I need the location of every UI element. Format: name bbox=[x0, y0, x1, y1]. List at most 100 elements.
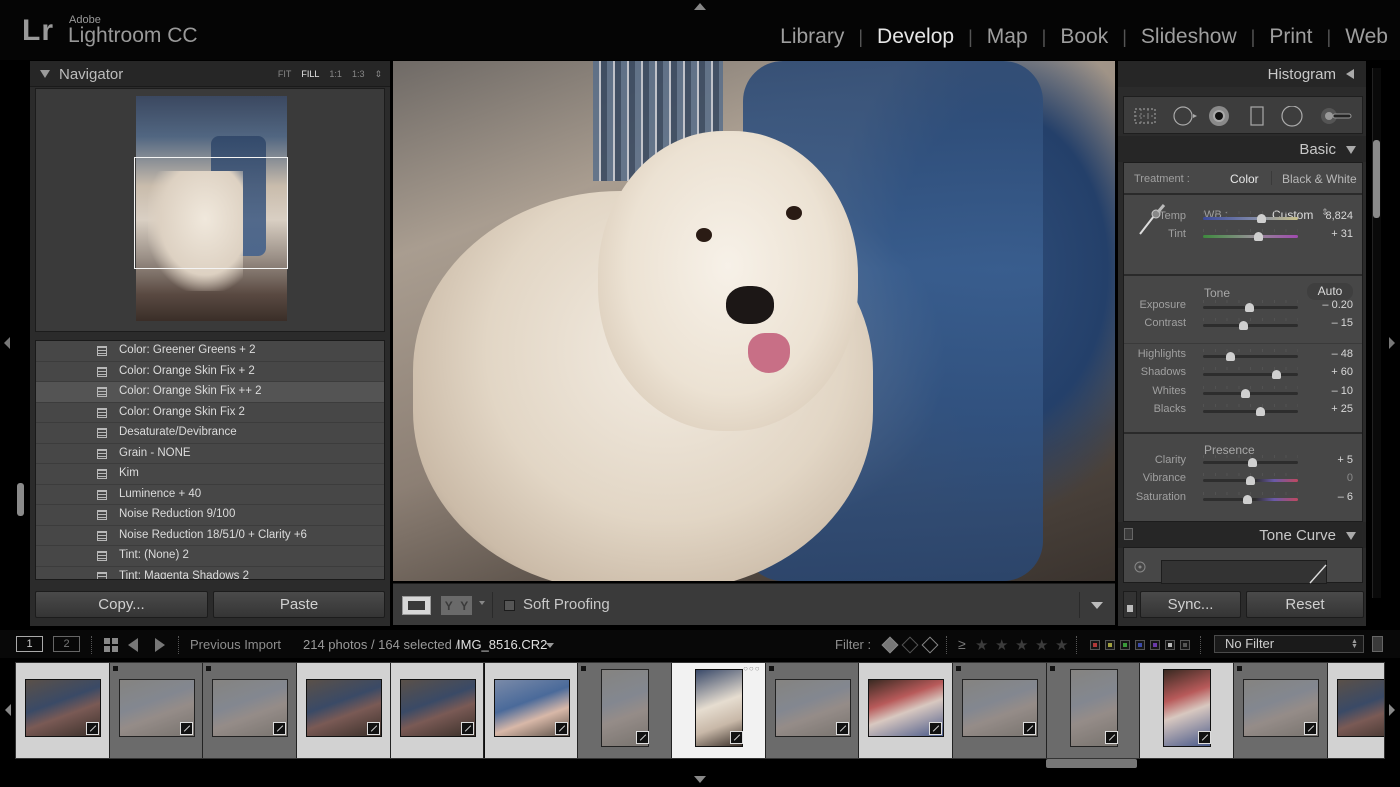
rating-star-icon[interactable]: ★ bbox=[1015, 636, 1028, 654]
copy-button[interactable]: Copy... bbox=[35, 591, 208, 618]
module-map[interactable]: Map bbox=[987, 25, 1028, 49]
filter-lock-toggle[interactable] bbox=[1372, 636, 1383, 652]
tint-slider[interactable] bbox=[1203, 229, 1298, 241]
flagged-filter-icon[interactable] bbox=[881, 636, 899, 654]
temp-value[interactable]: 8,824 bbox=[1309, 210, 1353, 222]
treatment-bw-option[interactable]: Black & White bbox=[1282, 172, 1357, 186]
before-after-view-button[interactable]: YY bbox=[441, 596, 472, 615]
saturation-slider-thumb[interactable] bbox=[1243, 495, 1253, 504]
histogram-header[interactable]: Histogram bbox=[1118, 61, 1366, 87]
filename-dropdown-icon[interactable] bbox=[546, 643, 554, 648]
saturation-value[interactable]: – 6 bbox=[1309, 491, 1353, 503]
navigator-zoom-fit[interactable]: FIT bbox=[278, 69, 292, 80]
rating-star-icon[interactable]: ★ bbox=[1035, 636, 1048, 654]
module-develop[interactable]: Develop bbox=[877, 25, 954, 49]
before-after-dropdown-icon[interactable] bbox=[479, 601, 485, 605]
collapse-right-panel-arrow-icon[interactable] bbox=[1389, 337, 1395, 349]
red-eye-icon[interactable] bbox=[1208, 106, 1232, 128]
filmstrip-thumbnail[interactable] bbox=[109, 663, 204, 758]
filmstrip-thumbnail[interactable]: ○○○ bbox=[671, 663, 766, 758]
module-web[interactable]: Web bbox=[1345, 25, 1388, 49]
toolbar-content-menu-icon[interactable] bbox=[1091, 602, 1103, 609]
filmstrip-thumbnail[interactable] bbox=[1327, 663, 1384, 758]
color-label-filter[interactable] bbox=[1120, 640, 1130, 650]
collapse-top-panel-arrow-icon[interactable] bbox=[694, 3, 706, 10]
preset-item[interactable]: Luminence + 40 bbox=[36, 485, 384, 505]
clarity-slider-thumb[interactable] bbox=[1247, 458, 1257, 467]
tone-curve-toggle[interactable] bbox=[1124, 528, 1133, 540]
highlights-value[interactable]: – 48 bbox=[1309, 348, 1353, 360]
auto-tone-button[interactable]: Auto bbox=[1307, 283, 1353, 300]
shadows-value[interactable]: + 60 bbox=[1309, 366, 1353, 378]
secondary-screen-button[interactable]: 2 bbox=[53, 636, 80, 652]
module-library[interactable]: Library bbox=[780, 25, 844, 49]
filmstrip-scrollbar[interactable] bbox=[1046, 759, 1137, 768]
main-photo[interactable] bbox=[393, 61, 1115, 581]
filmstrip-thumbnail[interactable] bbox=[390, 663, 485, 758]
filmstrip-thumbnail[interactable] bbox=[1046, 663, 1141, 758]
navigator-zoom-1-3[interactable]: 1:3 bbox=[352, 69, 365, 80]
whites-slider[interactable] bbox=[1203, 386, 1298, 398]
crop-overlay-icon[interactable] bbox=[1132, 106, 1158, 126]
reset-button[interactable]: Reset bbox=[1246, 591, 1364, 618]
module-print[interactable]: Print bbox=[1269, 25, 1312, 49]
clarity-value[interactable]: + 5 bbox=[1309, 454, 1353, 466]
preset-item[interactable]: Noise Reduction 9/100 bbox=[36, 505, 384, 526]
sync-button[interactable]: Sync... bbox=[1140, 591, 1241, 618]
shadows-slider-thumb[interactable] bbox=[1271, 370, 1281, 379]
rating-star-icon[interactable]: ★ bbox=[975, 636, 988, 654]
filmstrip-thumbnail[interactable] bbox=[765, 663, 860, 758]
temp-slider-thumb[interactable] bbox=[1257, 214, 1267, 223]
preset-item[interactable]: Tint: (None) 2 bbox=[36, 546, 384, 567]
navigator-zoom-fill[interactable]: FILL bbox=[301, 69, 319, 80]
right-panel-scrollbar-thumb[interactable] bbox=[1373, 140, 1380, 218]
color-label-filter[interactable] bbox=[1090, 640, 1100, 650]
vibrance-value[interactable]: 0 bbox=[1309, 472, 1353, 484]
blacks-slider[interactable] bbox=[1203, 404, 1298, 416]
next-photo-arrow-icon[interactable] bbox=[155, 638, 165, 652]
sync-toggle-switch[interactable] bbox=[1123, 591, 1137, 618]
navigator-view-rectangle[interactable] bbox=[134, 157, 288, 269]
graduated-filter-icon[interactable] bbox=[1247, 106, 1267, 126]
shadows-slider[interactable] bbox=[1203, 367, 1298, 379]
rating-star-icon[interactable]: ★ bbox=[995, 636, 1008, 654]
preset-item[interactable]: Noise Reduction 18/51/0 + Clarity +6 bbox=[36, 526, 384, 546]
blacks-slider-thumb[interactable] bbox=[1256, 407, 1266, 416]
contrast-slider-thumb[interactable] bbox=[1239, 321, 1249, 330]
tone-curve-graph[interactable] bbox=[1161, 560, 1327, 584]
whites-slider-thumb[interactable] bbox=[1241, 389, 1251, 398]
navigator-header[interactable]: Navigator FIT FILL 1:1 1:3 ⇕ bbox=[30, 61, 390, 87]
unflagged-filter-icon[interactable] bbox=[901, 636, 919, 654]
preset-item[interactable]: Desaturate/Devibrance bbox=[36, 423, 384, 444]
soft-proofing-checkbox[interactable] bbox=[504, 600, 515, 611]
blacks-value[interactable]: + 25 bbox=[1309, 403, 1353, 415]
filmstrip-thumbnail[interactable] bbox=[16, 663, 110, 758]
filmstrip-thumbnail[interactable] bbox=[203, 663, 298, 758]
filmstrip-thumbnail[interactable] bbox=[953, 663, 1047, 758]
preset-item[interactable]: Color: Orange Skin Fix 2 bbox=[36, 403, 384, 423]
preset-item[interactable]: Color: Greener Greens + 2 bbox=[36, 341, 384, 362]
grid-view-icon[interactable] bbox=[104, 638, 118, 652]
collapse-left-panel-arrow-icon[interactable] bbox=[4, 337, 10, 349]
loupe-view-icon[interactable] bbox=[402, 596, 431, 615]
expanded-triangle-icon[interactable] bbox=[1346, 146, 1356, 154]
whites-value[interactable]: – 10 bbox=[1309, 385, 1353, 397]
color-label-filter[interactable] bbox=[1150, 640, 1160, 650]
collapse-filmstrip-arrow-icon[interactable] bbox=[694, 776, 706, 783]
filmstrip-thumbnail[interactable] bbox=[859, 663, 953, 758]
exposure-value[interactable]: – 0.20 bbox=[1309, 299, 1353, 311]
preset-item[interactable]: Tint: Magenta Shadows 2 bbox=[36, 567, 384, 579]
highlights-slider-thumb[interactable] bbox=[1226, 352, 1236, 361]
rejected-filter-icon[interactable] bbox=[921, 636, 939, 654]
rating-operator[interactable]: ≥ bbox=[958, 636, 966, 652]
spot-removal-icon[interactable] bbox=[1171, 106, 1199, 126]
clarity-slider[interactable] bbox=[1203, 455, 1298, 467]
basic-panel-header[interactable]: Basic bbox=[1118, 136, 1366, 162]
preset-item[interactable]: Color: Orange Skin Fix ++ 2 bbox=[36, 382, 384, 403]
highlights-slider[interactable] bbox=[1203, 349, 1298, 361]
navigator-preview[interactable] bbox=[35, 88, 385, 332]
module-book[interactable]: Book bbox=[1060, 25, 1108, 49]
filmstrip-thumbnail[interactable] bbox=[578, 663, 672, 758]
filmstrip-source[interactable]: Previous Import bbox=[190, 637, 281, 652]
color-label-filter[interactable] bbox=[1180, 640, 1190, 650]
